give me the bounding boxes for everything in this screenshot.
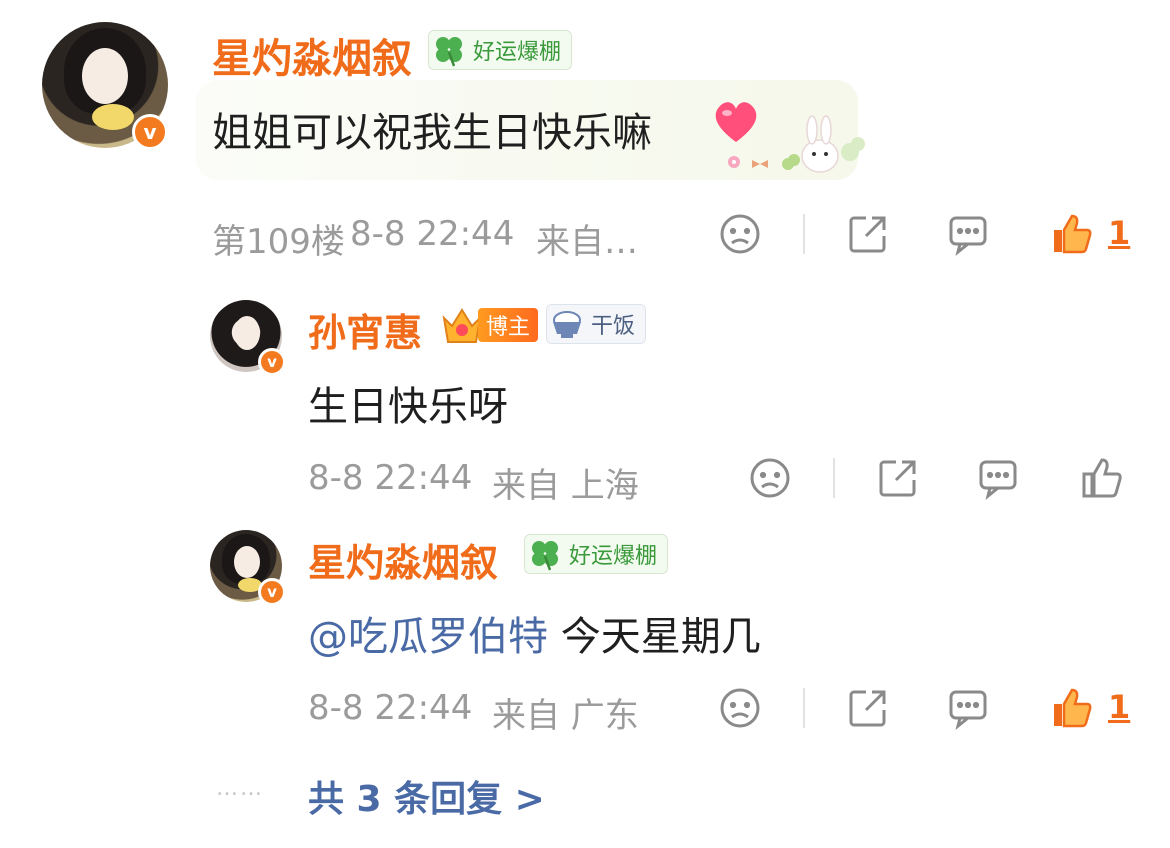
comment-floor: 第109楼: [212, 222, 345, 262]
comment-username[interactable]: 星灼淼烟叙: [212, 26, 412, 84]
like-count[interactable]: 1: [1108, 688, 1130, 726]
like-icon-active[interactable]: [1050, 212, 1094, 256]
comment-icon[interactable]: [946, 212, 990, 256]
reply-text: 今天星期几: [560, 614, 761, 660]
share-icon[interactable]: [876, 456, 920, 500]
like-icon-active[interactable]: [1050, 686, 1094, 730]
reply-source: 来自 上海: [492, 466, 639, 506]
reply-text: 生日快乐呀: [308, 384, 508, 430]
action-divider: [803, 214, 805, 254]
clover-icon: [525, 534, 565, 574]
lucky-tag[interactable]: 好运爆棚: [524, 534, 669, 574]
tag-label: 好运爆棚: [569, 544, 658, 569]
food-tag[interactable]: 干饭: [546, 304, 647, 344]
dislike-icon[interactable]: [748, 456, 792, 500]
reply-username[interactable]: 孙宵惠: [308, 302, 422, 357]
action-divider: [833, 458, 835, 498]
reply-datetime: 8-8 22:44: [308, 458, 473, 498]
verified-badge-icon: v: [258, 348, 286, 376]
dislike-icon[interactable]: [718, 212, 762, 256]
rice-bowl-icon: [547, 304, 587, 344]
like-count[interactable]: 1: [1108, 214, 1130, 252]
share-icon[interactable]: [846, 212, 890, 256]
view-all-replies-link[interactable]: 共 3 条回复 >: [308, 770, 545, 822]
comment-text: 姐姐可以祝我生日快乐嘛: [212, 110, 652, 156]
lucky-tag[interactable]: 好运爆棚: [428, 30, 573, 70]
mention-link[interactable]: @吃瓜罗伯特: [308, 614, 548, 660]
bunny-sticker-icon: [720, 112, 880, 182]
reply-source: 来自 广东: [492, 696, 639, 736]
tag-label: 干饭: [591, 314, 636, 339]
share-icon[interactable]: [846, 686, 890, 730]
blogger-label: 博主: [478, 308, 538, 342]
like-icon[interactable]: [1080, 456, 1124, 500]
reply-username[interactable]: 星灼淼烟叙: [308, 532, 498, 587]
comment-datetime: 8-8 22:44: [350, 214, 515, 254]
comment-source: 来自…: [536, 222, 638, 262]
clover-icon: [429, 30, 469, 70]
tag-label: 好运爆棚: [473, 40, 562, 65]
comment-icon[interactable]: [976, 456, 1020, 500]
reply-datetime: 8-8 22:44: [308, 688, 473, 728]
more-dots: ……: [216, 776, 264, 801]
verified-badge-icon: v: [258, 578, 286, 606]
comment-icon[interactable]: [946, 686, 990, 730]
blogger-badge[interactable]: 博主: [440, 304, 538, 344]
reply-text-row: @吃瓜罗伯特 今天星期几: [308, 604, 761, 662]
dislike-icon[interactable]: [718, 686, 762, 730]
verified-badge-icon: v: [132, 114, 168, 150]
action-divider: [803, 688, 805, 728]
